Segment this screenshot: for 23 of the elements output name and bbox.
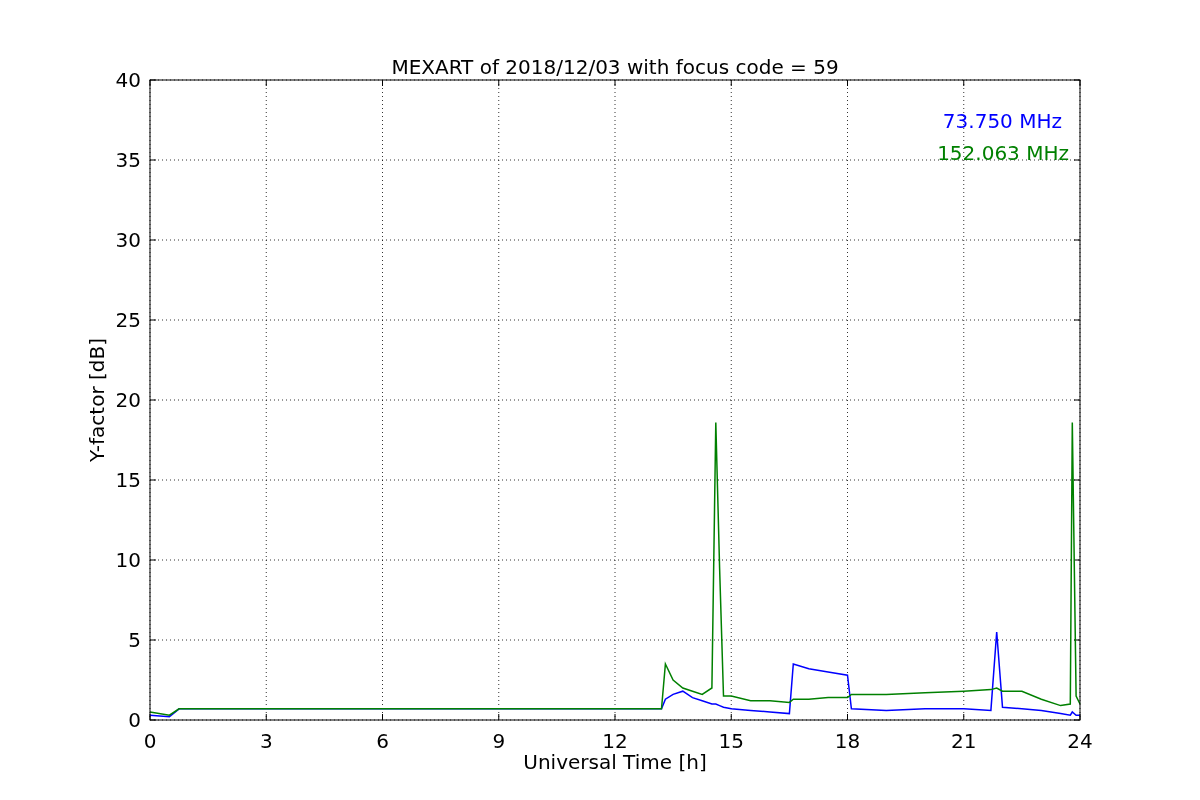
tick-label: 12 (602, 729, 628, 753)
legend-label: 152.063 MHz (937, 141, 1069, 165)
tick-label: 35 (115, 148, 141, 172)
tick-label: 5 (128, 628, 141, 652)
tick-label: 9 (492, 729, 506, 753)
legend-label: 73.750 MHz (942, 109, 1062, 133)
tick-label: 10 (115, 548, 141, 572)
tick-label: 15 (718, 729, 744, 753)
tick-label: 6 (376, 729, 389, 753)
tick-label: 20 (115, 388, 141, 412)
tick-label: 0 (143, 729, 157, 753)
y-axis-label: Y-factor [dB] (85, 338, 109, 462)
tick-label: 40 (115, 68, 141, 92)
tick-label: 18 (834, 729, 861, 753)
tick-label: 25 (115, 308, 141, 332)
chart-title: MEXART of 2018/12/03 with focus code = 59 (391, 55, 839, 79)
x-axis-label: Universal Time [h] (523, 750, 707, 774)
tick-label: 3 (259, 729, 273, 753)
tick-label: 0 (128, 708, 141, 732)
tick-label: 21 (951, 729, 977, 753)
tick-label: 30 (115, 228, 141, 252)
tick-label: 24 (1067, 729, 1093, 753)
tick-label: 15 (115, 468, 141, 492)
